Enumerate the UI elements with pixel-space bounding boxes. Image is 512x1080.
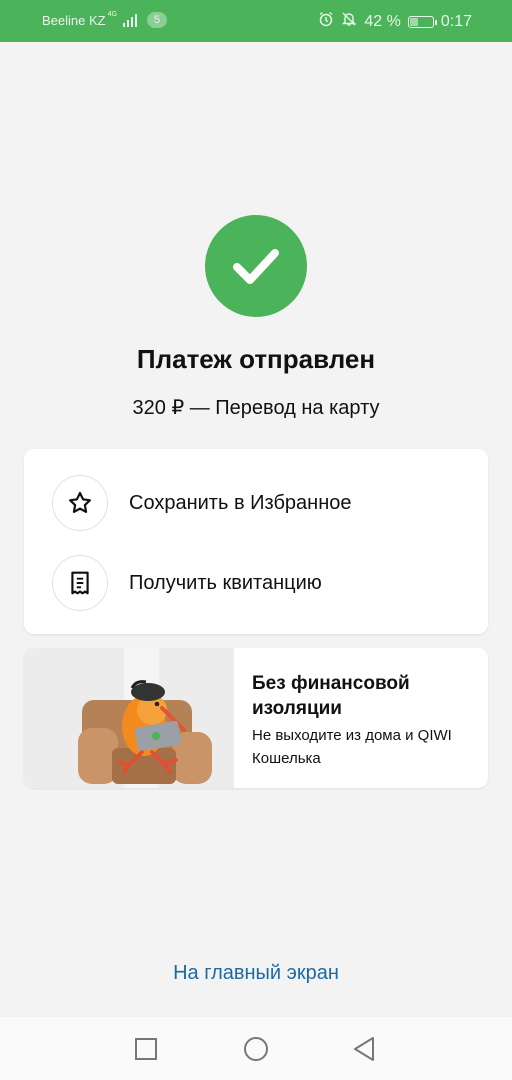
battery-icon [407, 15, 437, 28]
success-check-icon [205, 215, 307, 317]
receipt-icon [52, 555, 108, 611]
star-icon [52, 475, 108, 531]
clock: 0:17 [440, 12, 472, 30]
status-bar: Beeline KZ 4G 5 42 % 0:17 [0, 0, 512, 42]
payment-status-title: Платеж отправлен [136, 344, 376, 374]
back-button[interactable] [350, 1034, 380, 1064]
network-type: 4G [107, 10, 117, 18]
actions-card: Сохранить в Избранное Получить квитанцию [24, 449, 488, 634]
save-to-favorites-button[interactable]: Сохранить в Избранное [24, 473, 488, 533]
home-button[interactable] [241, 1034, 271, 1064]
carrier-name: Beeline KZ [42, 12, 106, 28]
save-to-favorites-label: Сохранить в Избранное [129, 491, 352, 514]
status-right: 42 % 0:17 [318, 11, 472, 32]
kiwi-bird-armchair-illustration [24, 648, 234, 788]
system-nav-bar [0, 1017, 512, 1080]
promo-title: Без финансовой изоляции [252, 673, 410, 719]
status-left: Beeline KZ 4G 5 [42, 10, 168, 28]
promo-text: Не выходите из дома и QIWI Кошелька [252, 727, 452, 767]
bell-off-icon [341, 11, 357, 32]
get-receipt-label: Получить квитанцию [129, 571, 322, 594]
payment-summary: 320 ₽ — Перевод на карту [132, 397, 380, 419]
alarm-icon [318, 11, 334, 32]
go-to-home-link[interactable]: На главный экран [0, 962, 512, 985]
promo-banner[interactable]: Без финансовой изоляции Не выходите из д… [24, 648, 488, 788]
battery-percent: 42 % [364, 12, 401, 30]
sim-badge: 5 [146, 12, 168, 28]
get-receipt-button[interactable]: Получить квитанцию [24, 553, 488, 613]
square-icon [135, 1038, 157, 1060]
signal-icon [122, 13, 137, 27]
back-triangle-icon [354, 1037, 374, 1061]
recents-button[interactable] [131, 1034, 161, 1064]
circle-icon [244, 1037, 268, 1061]
